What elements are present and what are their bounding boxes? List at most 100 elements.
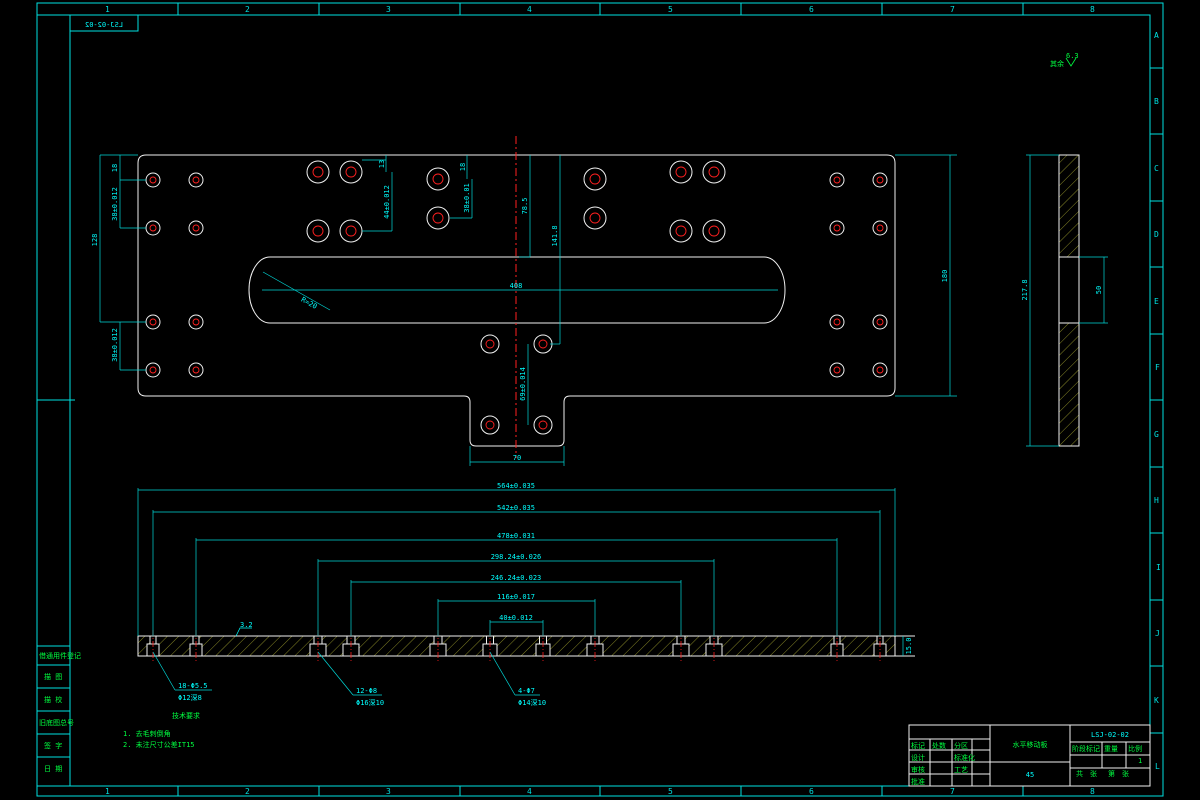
- svg-text:描 校: 描 校: [44, 695, 62, 704]
- svg-text:设计: 设计: [911, 753, 925, 762]
- svg-text:Φ12深8: Φ12深8: [178, 693, 202, 702]
- svg-text:J: J: [1155, 629, 1160, 638]
- hole-large: [669, 160, 693, 184]
- svg-text:78.5: 78.5: [521, 198, 529, 215]
- hole-medium: [533, 415, 553, 435]
- hole-medium: [533, 334, 553, 354]
- hole-large: [426, 167, 450, 191]
- svg-text:5: 5: [668, 787, 673, 796]
- svg-text:50: 50: [1095, 286, 1103, 294]
- svg-text:H: H: [1154, 496, 1159, 505]
- hole-small: [188, 172, 204, 188]
- svg-text:564±0.035: 564±0.035: [497, 482, 535, 490]
- svg-text:重量: 重量: [1104, 745, 1118, 753]
- svg-text:L: L: [1155, 762, 1160, 771]
- svg-text:G: G: [1154, 430, 1159, 439]
- svg-text:比例: 比例: [1128, 744, 1142, 753]
- svg-text:5: 5: [668, 5, 673, 14]
- svg-text:A: A: [1154, 31, 1159, 40]
- svg-text:6: 6: [809, 5, 814, 14]
- svg-text:K: K: [1154, 696, 1159, 705]
- svg-text:217.8: 217.8: [1021, 279, 1029, 300]
- svg-text:6.3: 6.3: [1066, 52, 1079, 60]
- svg-text:4-Φ7: 4-Φ7: [518, 687, 535, 695]
- technical-requirements: 技术要求 1. 去毛刺倒角 2. 未注尺寸公差IT15: [123, 711, 200, 749]
- svg-text:1: 1: [105, 5, 110, 14]
- svg-text:3: 3: [386, 5, 391, 14]
- svg-text:E: E: [1154, 297, 1159, 306]
- svg-text:12-Φ8: 12-Φ8: [356, 687, 377, 695]
- roughness-note: 其余 6.3: [1050, 52, 1079, 68]
- drawing-number: LSJ-02-02: [1091, 731, 1129, 739]
- left-strip-table: 借通用件登记 描 图 描 校 旧底图总号 签 字 日 期: [36, 645, 81, 787]
- svg-text:18: 18: [111, 164, 119, 172]
- hole-medium: [480, 415, 500, 435]
- zone-column-labels: 1 2 3 4 5 6 7 8 1 2 3 4 5 6 7 8: [105, 5, 1095, 796]
- side-view: 217.8 50: [1021, 154, 1108, 447]
- svg-text:处数: 处数: [932, 741, 946, 750]
- tech-req-item-1: 1. 去毛刺倒角: [123, 729, 171, 738]
- hole-large: [306, 219, 330, 243]
- svg-text:408: 408: [510, 282, 523, 290]
- svg-text:4: 4: [527, 787, 532, 796]
- svg-text:D: D: [1154, 230, 1159, 239]
- hole-small: [145, 314, 161, 330]
- inner-border: [36, 14, 1151, 787]
- zone-ticks: [37, 3, 1163, 796]
- svg-text:借通用件登记: 借通用件登记: [39, 651, 81, 660]
- svg-text:246.24±0.023: 246.24±0.023: [491, 574, 542, 582]
- svg-text:审核: 审核: [911, 765, 925, 774]
- svg-text:标准化: 标准化: [954, 753, 975, 762]
- hole-small: [872, 314, 888, 330]
- hole-large: [702, 219, 726, 243]
- hole-callouts: 18-Φ5.5 Φ12深8 12-Φ8 Φ16深10 4-Φ7 Φ14深10: [152, 651, 546, 707]
- svg-text:18-Φ5.5: 18-Φ5.5: [178, 682, 208, 690]
- svg-text:38±0.01: 38±0.01: [463, 183, 471, 213]
- drawing-sheet: 1 2 3 4 5 6 7 8 1 2 3 4 5 6 7 8 A B C D …: [36, 2, 1164, 797]
- svg-text:298.24±0.026: 298.24±0.026: [491, 553, 542, 561]
- hole-small: [829, 172, 845, 188]
- svg-text:批准: 批准: [911, 777, 925, 786]
- svg-text:R=20: R=20: [300, 296, 319, 311]
- part-material: 45: [1026, 771, 1034, 779]
- svg-text:第: 第: [1108, 769, 1115, 778]
- hole-small: [145, 220, 161, 236]
- hole-large: [339, 160, 363, 184]
- svg-text:Φ14深10: Φ14深10: [518, 698, 546, 707]
- svg-text:128: 128: [91, 234, 99, 247]
- tech-req-title: 技术要求: [172, 711, 200, 720]
- svg-text:1: 1: [105, 787, 110, 796]
- svg-text:3.2: 3.2: [240, 621, 253, 629]
- mirror-drawing-number: LSJ-02-02: [85, 21, 123, 29]
- hole-large: [339, 219, 363, 243]
- svg-text:C: C: [1154, 164, 1159, 173]
- svg-text:3: 3: [386, 787, 391, 796]
- svg-text:44±0.012: 44±0.012: [383, 185, 391, 219]
- svg-text:签 字: 签 字: [44, 741, 62, 750]
- surface-mark: 3.2: [235, 621, 253, 637]
- svg-text:6: 6: [809, 787, 814, 796]
- svg-text:180: 180: [941, 270, 949, 283]
- svg-text:工艺: 工艺: [954, 766, 968, 774]
- svg-text:张: 张: [1122, 769, 1129, 778]
- svg-text:标记: 标记: [911, 741, 925, 750]
- svg-text:Φ16深10: Φ16深10: [356, 698, 384, 707]
- hole-small: [188, 362, 204, 378]
- hole-small: [145, 362, 161, 378]
- hole-large: [426, 206, 450, 230]
- svg-text:69±0.014: 69±0.014: [519, 367, 527, 401]
- svg-text:70: 70: [513, 454, 521, 462]
- hole-large: [702, 160, 726, 184]
- svg-text:15.0: 15.0: [905, 638, 913, 655]
- zone-row-labels: A B C D E F G H I J K L: [1154, 31, 1161, 771]
- svg-text:2: 2: [245, 5, 250, 14]
- svg-text:日 期: 日 期: [44, 765, 62, 773]
- hole-small: [872, 220, 888, 236]
- svg-text:38±0.012: 38±0.012: [111, 328, 119, 362]
- svg-text:其余: 其余: [1050, 59, 1064, 68]
- hole-small: [872, 362, 888, 378]
- svg-text:7: 7: [950, 787, 955, 796]
- part-title: 水平移动板: [1013, 740, 1048, 749]
- front-section: [137, 635, 915, 657]
- svg-text:共: 共: [1076, 769, 1083, 778]
